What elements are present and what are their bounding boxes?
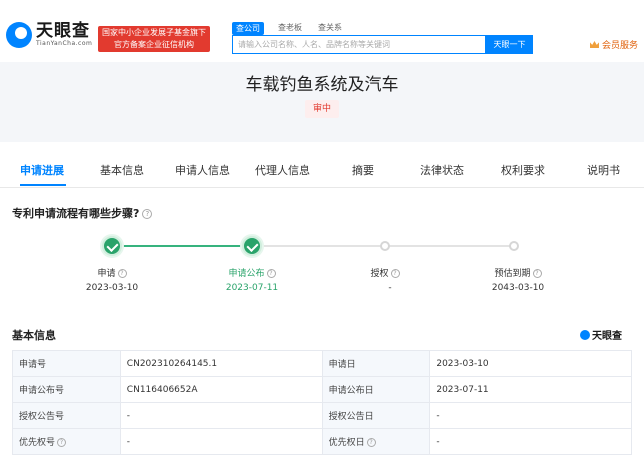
field-label: 优先权日? <box>321 428 431 455</box>
field-label: 申请号 <box>12 350 121 377</box>
basic-info-table: 申请号 CN202310264145.1 申请日 2023-03-10 申请公布… <box>12 350 632 455</box>
step-node-publish <box>242 236 262 256</box>
field-value: - <box>119 428 323 455</box>
field-label: 申请日 <box>321 350 431 377</box>
badge-line-2: 官方备案企业征信机构 <box>114 40 194 49</box>
tab-legal-status[interactable]: 法律状态 <box>420 162 464 178</box>
search-input[interactable]: 请输入公司名称、人名、品牌名称等关键词 <box>232 35 486 54</box>
table-row: 申请号 CN202310264145.1 申请日 2023-03-10 <box>12 350 632 377</box>
step-date-apply: 2023-03-10 <box>85 283 139 293</box>
table-row: 申请公布号 CN116406652A 申请公布日 2023-07-11 <box>12 376 632 403</box>
field-label: 授权公告日 <box>321 402 431 429</box>
logo-en: TianYanCha.com <box>36 40 93 47</box>
top-header: 天眼查 TianYanCha.com 国家中小企业发展子基金旗下 官方备案企业征… <box>0 0 644 62</box>
help-icon[interactable]: ? <box>266 269 276 278</box>
tab-description[interactable]: 说明书 <box>587 162 620 178</box>
patent-title-area: 车载钓鱼系统及汽车 审中 <box>0 62 644 142</box>
logo-cn: 天眼查 <box>36 21 90 41</box>
step-label-apply-text: 申请 <box>97 269 116 279</box>
logo-icon <box>580 329 590 340</box>
status-badge: 审中 <box>305 100 339 118</box>
progress-line-done <box>112 245 252 247</box>
step-date-publish: 2023-07-11 <box>225 283 279 293</box>
field-label: 申请公布号 <box>12 376 121 403</box>
help-icon[interactable]: ? <box>532 269 542 278</box>
vip-service-link[interactable]: 会员服务 <box>589 38 638 51</box>
tianyancha-logo[interactable]: 天眼查 TianYanCha.com <box>6 22 92 48</box>
official-badge: 国家中小企业发展子基金旗下 官方备案企业征信机构 <box>98 26 210 52</box>
search-tab-boss[interactable]: 查老板 <box>276 22 304 35</box>
help-icon[interactable]: ? <box>142 209 153 219</box>
field-value: - <box>119 402 323 429</box>
vip-label: 会员服务 <box>601 41 638 51</box>
field-label: 授权公告号 <box>12 402 121 429</box>
watermark-text: 天眼查 <box>592 331 622 342</box>
tab-applicant[interactable]: 申请人信息 <box>175 162 230 178</box>
help-icon[interactable]: ? <box>57 438 67 447</box>
field-label-text: 优先权号 <box>19 438 56 448</box>
progress-heading: 专利申请流程有哪些步骤?? <box>12 205 153 221</box>
step-label-publish-text: 申请公布 <box>228 269 265 279</box>
tianyancha-watermark: 天眼查 <box>580 327 622 342</box>
step-label-apply: 申请? <box>72 266 152 279</box>
step-date-expire: 2043-03-10 <box>491 283 545 293</box>
search-tabs: 查公司 查老板 查关系 <box>232 22 344 35</box>
help-icon[interactable]: ? <box>366 438 376 447</box>
tab-abstract[interactable]: 摘要 <box>352 162 374 178</box>
field-value: - <box>429 428 632 455</box>
tab-basic-info[interactable]: 基本信息 <box>100 162 144 178</box>
help-icon[interactable]: ? <box>117 269 127 278</box>
tab-claims[interactable]: 权利要求 <box>501 162 545 178</box>
patent-title: 车载钓鱼系统及汽车 <box>245 75 399 95</box>
search-tab-relation[interactable]: 查关系 <box>316 22 344 35</box>
step-date-grant: - <box>388 283 392 293</box>
step-label-publish: 申请公布? <box>212 266 292 279</box>
logo-icon <box>6 22 32 48</box>
step-node-expire <box>509 241 519 251</box>
step-label-expire-text: 预估到期 <box>494 269 531 279</box>
basic-info-heading: 基本信息 <box>12 329 56 342</box>
logo-text: 天眼查 TianYanCha.com <box>36 22 92 48</box>
help-icon[interactable]: ? <box>390 269 400 278</box>
tab-agent[interactable]: 代理人信息 <box>255 162 310 178</box>
active-tab-indicator <box>20 184 66 186</box>
step-label-grant-text: 授权 <box>370 269 389 279</box>
field-label-text: 优先权日 <box>328 438 365 448</box>
field-value: 2023-07-11 <box>429 376 632 403</box>
field-value: CN116406652A <box>119 376 323 403</box>
step-node-grant <box>380 241 390 251</box>
field-label: 优先权号? <box>12 428 121 455</box>
field-value: - <box>429 402 632 429</box>
step-label-grant: 授权? <box>345 266 425 279</box>
field-value: 2023-03-10 <box>429 350 632 377</box>
badge-line-1: 国家中小企业发展子基金旗下 <box>102 28 206 37</box>
field-value: CN202310264145.1 <box>119 350 323 377</box>
step-label-expire: 预估到期? <box>478 266 558 279</box>
search-tab-company[interactable]: 查公司 <box>232 22 264 35</box>
detail-tabs: 申请进展 基本信息 申请人信息 代理人信息 摘要 法律状态 权利要求 说明书 <box>0 150 644 188</box>
step-node-apply <box>102 236 122 256</box>
table-row: 优先权号? - 优先权日? - <box>12 428 632 455</box>
crown-icon <box>589 41 599 48</box>
tab-progress[interactable]: 申请进展 <box>20 162 64 178</box>
progress-heading-text: 专利申请流程有哪些步骤? <box>12 207 140 220</box>
search-button[interactable]: 天眼一下 <box>486 35 533 54</box>
table-row: 授权公告号 - 授权公告日 - <box>12 402 632 429</box>
field-label: 申请公布日 <box>321 376 431 403</box>
